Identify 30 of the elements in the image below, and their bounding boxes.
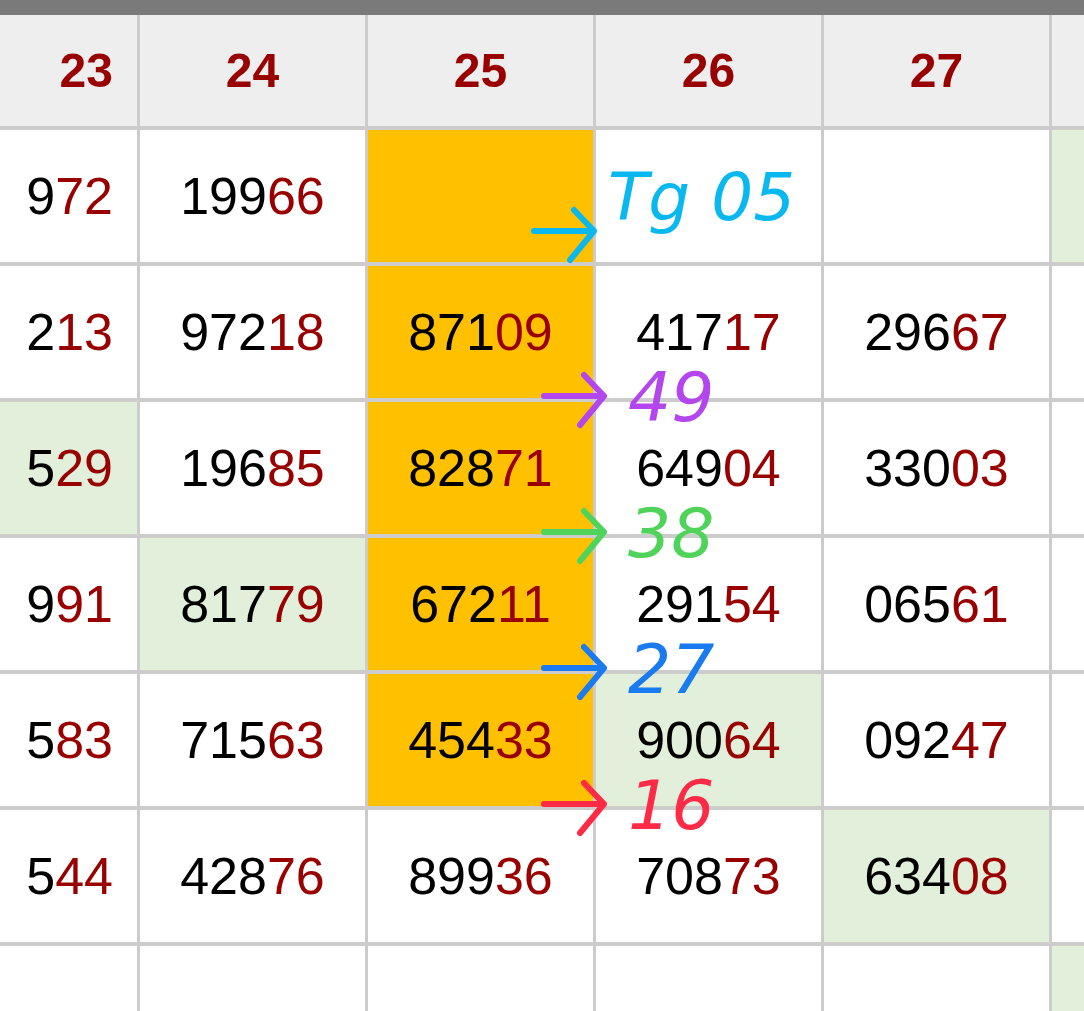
table-cell: 09247 [824, 674, 1049, 806]
table-cell: 67211 [368, 538, 593, 670]
column-header: 27 [824, 15, 1049, 126]
column-header: 26 [596, 15, 821, 126]
table-cell: 45433 [368, 674, 593, 806]
table-cell: 19966 [140, 130, 365, 262]
table-cell: 87109 [368, 266, 593, 398]
table-cell: 544 [0, 810, 137, 942]
table-cell: 42876 [140, 810, 365, 942]
table-cell: 97218 [140, 266, 365, 398]
table-cell: 529 [0, 402, 137, 534]
table-cell: 213 [0, 266, 137, 398]
table-cell: 583 [0, 674, 137, 806]
table-cell: 82871 [368, 402, 593, 534]
table-cell: 06561 [824, 538, 1049, 670]
column-header: 24 [140, 15, 365, 126]
column-header: 23 [0, 15, 137, 126]
table-cell: 81779 [140, 538, 365, 670]
table-cell: 89936 [368, 810, 593, 942]
table-cell: 19685 [140, 402, 365, 534]
table-cell: 71563 [140, 674, 365, 806]
table-cell: 972 [0, 130, 137, 262]
table-cell: 29667 [824, 266, 1049, 398]
table-cell: 33003 [824, 402, 1049, 534]
handwritten-note: 49 [628, 364, 715, 432]
handwritten-note: 38 [628, 500, 715, 568]
handwritten-note: 27 [628, 636, 715, 704]
table-cell: 63408 [824, 810, 1049, 942]
table-cell: 991 [0, 538, 137, 670]
column-header: 25 [368, 15, 593, 126]
